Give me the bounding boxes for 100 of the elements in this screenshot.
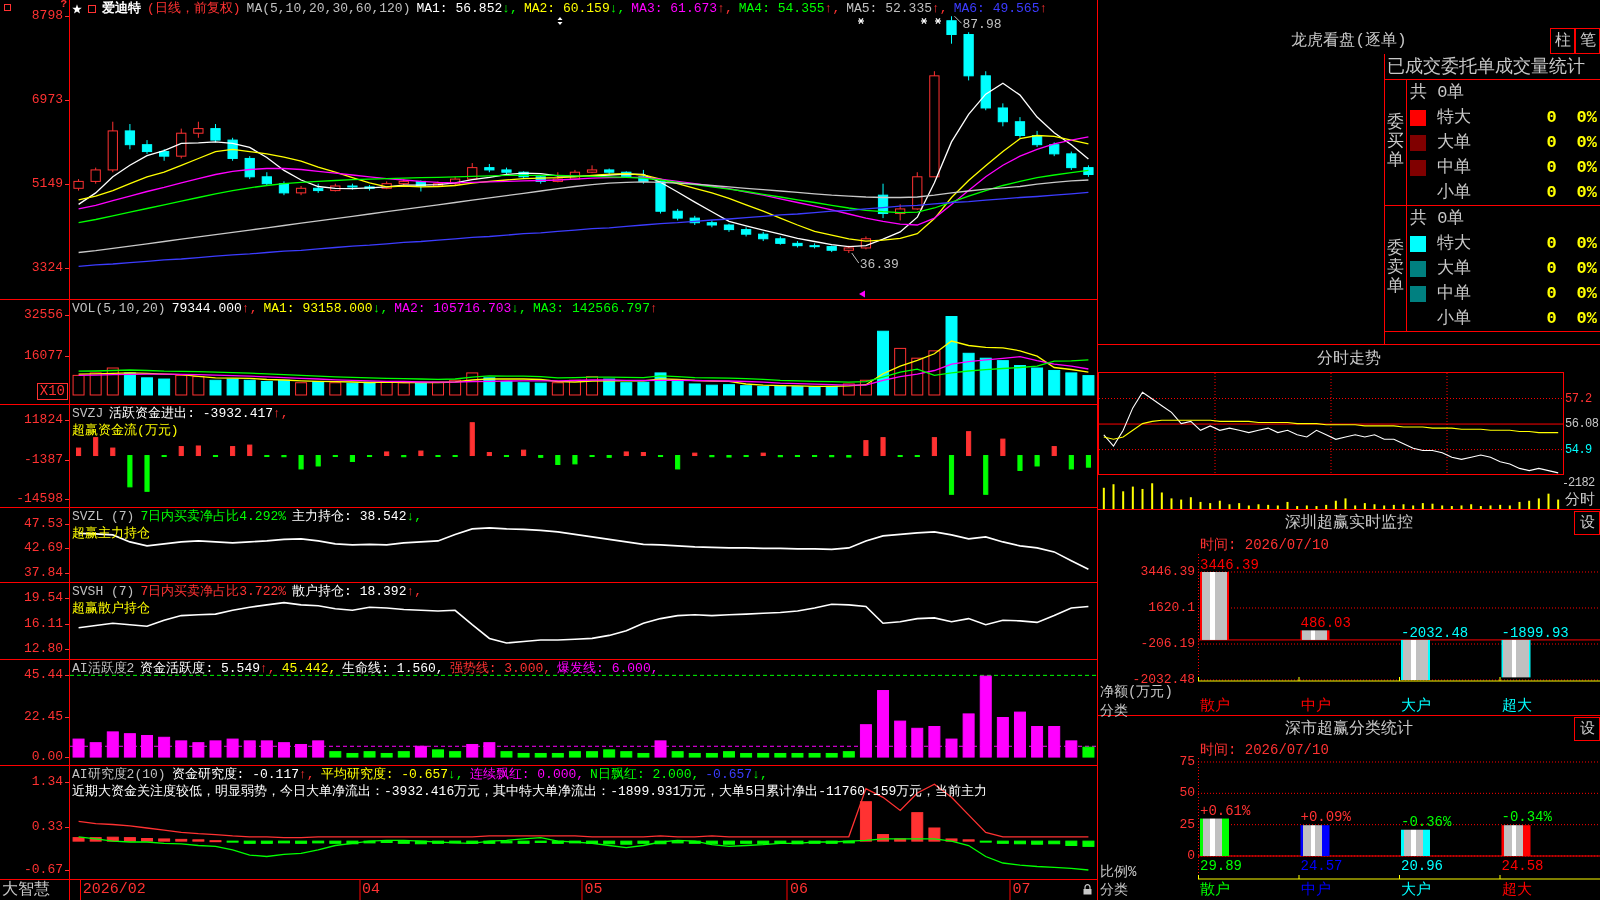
trend-arrow: ↑, <box>273 405 289 422</box>
legend-text: 超赢资金流(万元) <box>72 422 179 439</box>
order-count: 0 <box>1546 157 1557 178</box>
axis-tick-label: 56.08 <box>1565 417 1599 432</box>
axis-tick-label: 6973 <box>31 93 63 107</box>
order-size-label: 大单 <box>1437 132 1471 153</box>
legend-text: MA6: 49.565 <box>953 0 1040 17</box>
bar-value-label: -1899.93 <box>1501 624 1569 641</box>
table-title: 已成交委托单成交量统计 <box>1387 56 1585 77</box>
legend-text: 生命线: 1.560, <box>342 660 444 677</box>
trend-arrow: ↓, <box>448 766 464 783</box>
legend-text: MA4: 54.355 <box>738 0 825 17</box>
order-count: 0 <box>1546 182 1557 203</box>
date-label: 05 <box>584 880 603 900</box>
axis-tick-label: 3324 <box>31 260 63 275</box>
axis-tick-label: 19.54 <box>24 590 63 605</box>
bar-value-label: 29.89 <box>1200 858 1242 874</box>
time-label: 时间: 2026/07/10 <box>1200 742 1329 758</box>
change-percent-label: -0.36% <box>1401 813 1452 830</box>
axis-title: 比例% <box>1100 865 1137 879</box>
bar-value-label: 24.57 <box>1300 858 1343 874</box>
legend-text: 资金研究度: -0.117 <box>171 766 300 783</box>
trend-arrow: ↓, <box>502 0 518 17</box>
axis-title: 分时 <box>1565 493 1595 509</box>
date-label: 07 <box>1012 880 1031 900</box>
order-size-label: 特大 <box>1437 107 1471 128</box>
panel-title: 深圳超赢实时监控 <box>1285 513 1413 533</box>
axis-tick-label: 16077 <box>24 348 63 363</box>
axis-tick-label: 12.80 <box>24 642 63 657</box>
order-size-label: 中单 <box>1437 283 1471 304</box>
legend-text: MA5: 52.335 <box>846 0 932 17</box>
order-count: 0 <box>1546 258 1557 279</box>
order-count: 0 <box>1546 107 1557 128</box>
legend-text: 7日内买卖净占比3.722% <box>140 583 287 600</box>
bar-value-label: 486.03 <box>1300 615 1351 632</box>
axis-title: 分类 <box>1100 703 1128 719</box>
axis-tick-label: 54.9 <box>1565 442 1592 457</box>
axis-tick-label: -206.19 <box>1140 637 1195 651</box>
axis-tick-label: 25 <box>1179 817 1195 832</box>
brand-name: 大智慧 <box>2 881 50 899</box>
legend-text: AI研究度2(10) <box>72 766 166 783</box>
price-annotation: 87.98 <box>954 15 1002 33</box>
group-label: 委买单 <box>1387 114 1404 171</box>
legend-text: SVZL (7) <box>72 508 135 525</box>
axis-tick-label: 57.2 <box>1565 391 1592 406</box>
bar-value-label: 20.96 <box>1401 858 1443 874</box>
legend-text: MA1: 56.852 <box>416 0 503 17</box>
order-percent: 0% <box>1576 233 1597 254</box>
axis-tick-label: 5149 <box>31 176 63 191</box>
legend-text: 45.442, <box>281 660 337 677</box>
legend-text: MA3: 61.673 <box>631 0 718 17</box>
axis-tick-label: 0.00 <box>31 750 63 765</box>
axis-tick-label: 8798 <box>31 9 63 24</box>
help-mark: ? <box>60 0 67 9</box>
order-count: 0 <box>1546 308 1557 329</box>
axis-tick-label: -14598 <box>16 492 63 507</box>
annotation: 36.39 <box>859 257 899 273</box>
category-label: 中户 <box>1299 882 1331 898</box>
trend-arrow: ↓, <box>511 300 527 317</box>
order-count: 0 <box>1546 283 1557 304</box>
axis-tick-label: 50 <box>1179 786 1195 801</box>
order-percent: 0% <box>1576 283 1597 304</box>
legend-text: MA3: 142566.797 <box>532 300 650 317</box>
axis-tick-label: 75 <box>1179 755 1195 769</box>
date-label: 04 <box>362 880 381 900</box>
time-label: 时间: 2026/07/10 <box>1200 537 1329 553</box>
legend-text: AI活跃度2 <box>72 660 135 677</box>
order-percent: 0% <box>1576 308 1597 329</box>
trend-arrow: ↑, <box>824 0 841 17</box>
legend-text: -0.657 <box>705 766 753 783</box>
category-label: 大户 <box>1400 699 1431 714</box>
axis-tick-label: -1387 <box>24 452 63 467</box>
category-label: 大户 <box>1400 882 1431 898</box>
legend-text: MA2: 105716.703 <box>394 300 512 317</box>
trend-arrow: ↓, <box>372 300 389 317</box>
category-label: 超大 <box>1500 699 1532 714</box>
category-label: 中户 <box>1299 699 1331 714</box>
order-percent: 0% <box>1576 107 1597 128</box>
order-size-label: 小单 <box>1437 182 1471 203</box>
order-total: 共 0单 <box>1410 208 1465 229</box>
bar-value-label: 24.58 <box>1501 858 1544 874</box>
axis-tick-label: 2182 <box>1568 476 1595 491</box>
order-percent: 0% <box>1576 258 1597 279</box>
axis-tick-label: 0.33 <box>31 819 63 834</box>
axis-tick-label: 16.11 <box>24 616 63 631</box>
legend-text: MA1: 93158.000 <box>263 300 373 317</box>
multiplier-label: X10 <box>36 383 68 400</box>
change-percent-label: +0.61% <box>1200 802 1251 819</box>
axis-tick-label: 1620.1 <box>1148 601 1195 615</box>
order-size-label: 中单 <box>1437 157 1471 178</box>
order-total: 共 0单 <box>1410 82 1465 103</box>
order-percent: 0% <box>1576 132 1597 153</box>
axis-tick-label: 1.34 <box>31 775 63 790</box>
axis-tick-label: 47.53 <box>24 517 63 532</box>
legend-text: 爱迪特 <box>102 0 141 17</box>
category-label: 散户 <box>1199 699 1230 714</box>
bar-value-label: 3446.39 <box>1200 557 1259 573</box>
panel-title: 分时走势 <box>1317 348 1381 369</box>
legend-text: 79344.000 <box>171 300 242 317</box>
trend-arrow: ↑, <box>241 300 258 317</box>
